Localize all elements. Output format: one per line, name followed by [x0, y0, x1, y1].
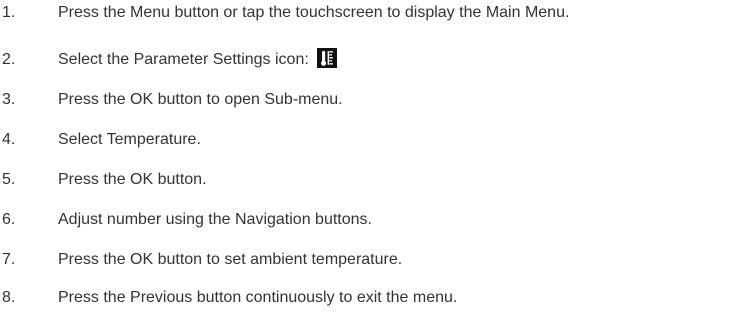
step-text: Press the Menu button or tap the touchsc…	[58, 4, 570, 21]
step-3: 3. Press the OK button to open Sub-menu.	[0, 80, 741, 120]
step-text: Press the OK button.	[58, 171, 207, 188]
step-8: 8. Press the Previous button continuousl…	[0, 280, 741, 320]
step-number: 1.	[2, 4, 16, 21]
step-text: Press the OK button to set ambient tempe…	[58, 251, 403, 268]
step-6: 6. Adjust number using the Navigation bu…	[0, 200, 741, 240]
step-text-wrapper: Select the Parameter Settings icon:	[58, 48, 337, 70]
step-number: 6.	[2, 211, 16, 228]
step-text: Press the Previous button continuously t…	[58, 289, 458, 306]
step-text: Press the OK button to open Sub-menu.	[58, 91, 343, 108]
step-5: 5. Press the OK button.	[0, 160, 741, 200]
parameter-settings-icon	[316, 48, 337, 68]
step-number: 2.	[2, 51, 16, 68]
step-text: Select Temperature.	[58, 131, 201, 148]
step-number: 7.	[2, 251, 16, 268]
step-2: 2. Select the Parameter Settings icon:	[0, 40, 741, 80]
step-text: Adjust number using the Navigation butto…	[58, 211, 372, 228]
step-1: 1. Press the Menu button or tap the touc…	[0, 0, 741, 40]
step-7: 7. Press the OK button to set ambient te…	[0, 240, 741, 280]
step-text: Select the Parameter Settings icon:	[58, 51, 309, 69]
step-number: 5.	[2, 171, 16, 188]
instruction-list: 1. Press the Menu button or tap the touc…	[0, 0, 741, 320]
step-number: 4.	[2, 131, 16, 148]
step-4: 4. Select Temperature.	[0, 120, 741, 160]
step-number: 8.	[2, 289, 16, 306]
step-number: 3.	[2, 91, 16, 108]
